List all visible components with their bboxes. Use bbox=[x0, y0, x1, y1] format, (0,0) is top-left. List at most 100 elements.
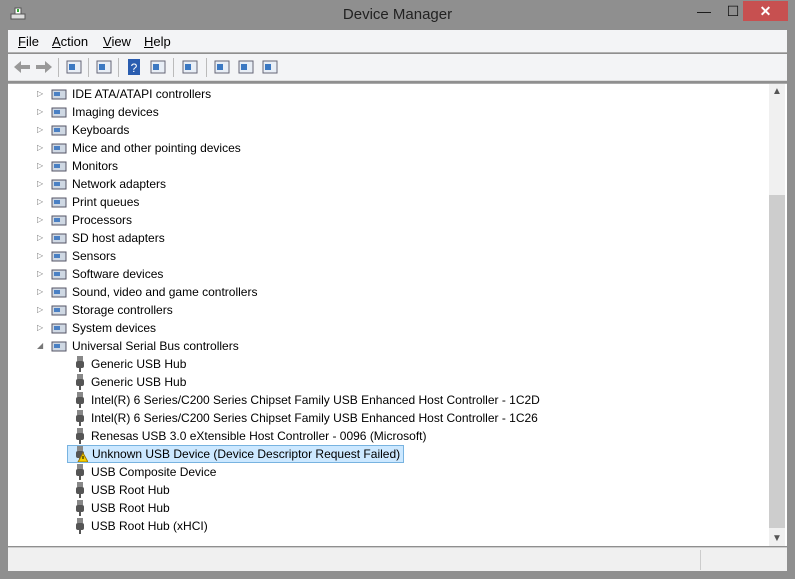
status-bar bbox=[8, 547, 787, 571]
usb-device-item[interactable]: USB Root Hub (xHCI) bbox=[8, 517, 768, 535]
device-category-icon bbox=[51, 89, 67, 100]
category-item[interactable]: ▷ Monitors bbox=[8, 157, 768, 175]
usb-device-item[interactable]: Generic USB Hub bbox=[8, 373, 768, 391]
usb-device-item[interactable]: Generic USB Hub bbox=[8, 355, 768, 373]
expand-arrow-icon[interactable]: ▷ bbox=[37, 265, 45, 283]
expand-arrow-icon[interactable]: ▷ bbox=[37, 175, 45, 193]
usb-device-item[interactable]: Renesas USB 3.0 eXtensible Host Controll… bbox=[8, 427, 768, 445]
toolbar: ? bbox=[8, 54, 787, 81]
category-label: IDE ATA/ATAPI controllers bbox=[72, 87, 212, 101]
device-category-icon bbox=[51, 251, 67, 262]
expand-arrow-icon[interactable]: ▷ bbox=[37, 301, 45, 319]
collapse-arrow-icon[interactable]: ◢ bbox=[37, 337, 45, 355]
device-label: Renesas USB 3.0 eXtensible Host Controll… bbox=[91, 429, 427, 443]
menu-action[interactable]: Action bbox=[52, 34, 88, 49]
category-item[interactable]: ▷ Software devices bbox=[8, 265, 768, 283]
help-icon[interactable]: ? bbox=[124, 57, 144, 77]
menu-view[interactable]: View bbox=[103, 34, 131, 49]
usb-device-item[interactable]: USB Root Hub bbox=[8, 481, 768, 499]
update-driver-icon[interactable] bbox=[212, 57, 232, 77]
device-label: Generic USB Hub bbox=[91, 357, 187, 371]
category-label: Print queues bbox=[72, 195, 140, 209]
close-button[interactable]: ✕ bbox=[743, 1, 788, 21]
category-label: Mice and other pointing devices bbox=[72, 141, 241, 155]
expand-arrow-icon[interactable]: ▷ bbox=[37, 283, 45, 301]
category-item[interactable]: ▷ Print queues bbox=[8, 193, 768, 211]
properties-icon[interactable] bbox=[94, 57, 114, 77]
usb-device-item[interactable]: Intel(R) 6 Series/C200 Series Chipset Fa… bbox=[8, 409, 768, 427]
device-category-icon bbox=[51, 197, 67, 208]
expand-arrow-icon[interactable]: ▷ bbox=[37, 193, 45, 211]
device-label: Generic USB Hub bbox=[91, 375, 187, 389]
category-item[interactable]: ▷ Network adapters bbox=[8, 175, 768, 193]
category-item[interactable]: ▷ Keyboards bbox=[8, 121, 768, 139]
category-label: Software devices bbox=[72, 267, 164, 281]
expand-arrow-icon[interactable]: ▷ bbox=[37, 229, 45, 247]
category-item[interactable]: ▷ Processors bbox=[8, 211, 768, 229]
expand-arrow-icon[interactable]: ▷ bbox=[37, 85, 45, 103]
expand-arrow-icon[interactable]: ▷ bbox=[37, 139, 45, 157]
show-action-pane-icon[interactable] bbox=[148, 57, 168, 77]
category-item[interactable]: ▷ System devices bbox=[8, 319, 768, 337]
back-icon[interactable] bbox=[12, 57, 32, 77]
device-category-icon bbox=[51, 341, 67, 352]
menu-help[interactable]: Help bbox=[144, 34, 171, 49]
menu-file[interactable]: File bbox=[18, 34, 39, 49]
device-category-icon bbox=[51, 179, 67, 190]
vertical-scrollbar[interactable]: ▲ ▼ bbox=[769, 84, 785, 546]
forward-icon[interactable] bbox=[34, 57, 54, 77]
device-label: USB Root Hub (xHCI) bbox=[91, 519, 208, 533]
usb-device-icon bbox=[76, 428, 84, 444]
expand-arrow-icon[interactable]: ▷ bbox=[37, 103, 45, 121]
usb-device-icon bbox=[76, 464, 84, 480]
expand-arrow-icon[interactable]: ▷ bbox=[37, 319, 45, 337]
category-label: Sensors bbox=[72, 249, 117, 263]
usb-device-item[interactable]: USB Composite Device bbox=[8, 463, 768, 481]
usb-warning-icon bbox=[76, 446, 88, 462]
usb-device-item[interactable]: Intel(R) 6 Series/C200 Series Chipset Fa… bbox=[8, 391, 768, 409]
scroll-up-arrow[interactable]: ▲ bbox=[769, 86, 785, 97]
disable-device-icon[interactable] bbox=[260, 57, 280, 77]
title-bar: Device Manager — ☐ ✕ bbox=[0, 0, 795, 30]
device-label: USB Root Hub bbox=[91, 483, 170, 497]
expand-arrow-icon[interactable]: ▷ bbox=[37, 247, 45, 265]
device-category-icon bbox=[51, 305, 67, 316]
expand-arrow-icon[interactable]: ▷ bbox=[37, 121, 45, 139]
window-title: Device Manager bbox=[342, 6, 453, 23]
device-category-icon bbox=[51, 233, 67, 244]
toolbar-separator bbox=[58, 58, 59, 77]
uninstall-icon[interactable] bbox=[236, 57, 256, 77]
category-item[interactable]: ▷ Imaging devices bbox=[8, 103, 768, 121]
usb-device-icon bbox=[76, 374, 84, 390]
category-item[interactable]: ▷ IDE ATA/ATAPI controllers bbox=[8, 85, 768, 103]
category-item[interactable]: ▷ Mice and other pointing devices bbox=[8, 139, 768, 157]
category-item[interactable]: ▷ Storage controllers bbox=[8, 301, 768, 319]
toolbar-separator bbox=[173, 58, 174, 77]
device-category-icon bbox=[51, 287, 67, 298]
device-label: USB Root Hub bbox=[91, 501, 170, 515]
usb-device-item[interactable]: Unknown USB Device (Device Descriptor Re… bbox=[8, 445, 768, 463]
device-category-icon bbox=[51, 125, 67, 136]
usb-device-item[interactable]: USB Root Hub bbox=[8, 499, 768, 517]
scroll-down-arrow[interactable]: ▼ bbox=[769, 533, 785, 544]
toolbar-separator bbox=[118, 58, 119, 77]
device-label: Intel(R) 6 Series/C200 Series Chipset Fa… bbox=[91, 411, 538, 425]
category-item[interactable]: ▷ Sensors bbox=[8, 247, 768, 265]
usb-device-icon bbox=[76, 410, 84, 426]
category-label: Keyboards bbox=[72, 123, 130, 137]
category-item[interactable]: ▷ SD host adapters bbox=[8, 229, 768, 247]
scrollbar-thumb[interactable] bbox=[769, 195, 785, 528]
category-item[interactable]: ▷ Sound, video and game controllers bbox=[8, 283, 768, 301]
device-tree[interactable]: ▷ IDE ATA/ATAPI controllers ▷ Imaging devic… bbox=[8, 83, 787, 546]
category-item[interactable]: ◢ Universal Serial Bus controllers bbox=[8, 337, 768, 355]
svg-text:?: ? bbox=[131, 61, 138, 75]
scan-hardware-icon[interactable] bbox=[180, 57, 200, 77]
device-category-icon bbox=[51, 215, 67, 226]
show-hide-console-tree-icon[interactable] bbox=[64, 57, 84, 77]
category-label: Imaging devices bbox=[72, 105, 159, 119]
expand-arrow-icon[interactable]: ▷ bbox=[37, 211, 45, 229]
expand-arrow-icon[interactable]: ▷ bbox=[37, 157, 45, 175]
minimize-button[interactable]: — bbox=[690, 1, 718, 21]
usb-device-icon bbox=[76, 392, 84, 408]
device-category-icon bbox=[51, 161, 67, 172]
